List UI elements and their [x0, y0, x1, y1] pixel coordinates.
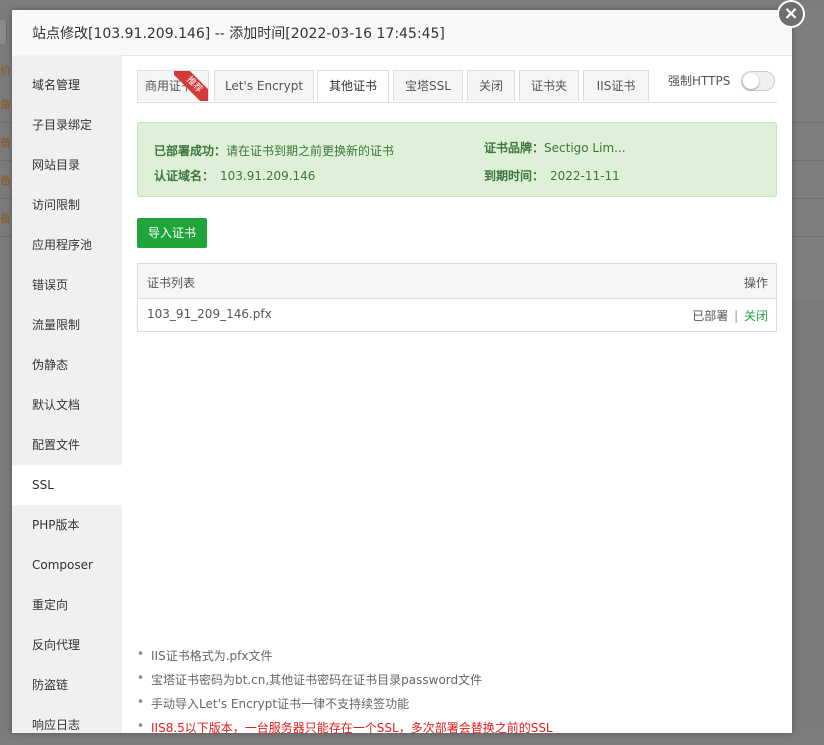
deploy-text: 请在证书到期之前更换新的证书 [226, 144, 395, 158]
sidebar-item-composer[interactable]: Composer [12, 545, 122, 585]
table-header: 证书列表 操作 [138, 264, 776, 299]
header-cert-list: 证书列表 [147, 276, 196, 290]
sidebar-item-app-pool[interactable]: 应用程序池 [12, 225, 122, 265]
action-separator: | [734, 309, 739, 323]
sidebar-item-domain[interactable]: 域名管理 [12, 65, 122, 105]
background-row [792, 198, 824, 237]
background-text: 备 [0, 212, 11, 225]
tab-iis-cert[interactable]: IIS证书 [583, 70, 649, 101]
tip-item: 手动导入Let's Encrypt证书一律不支持续签功能 [137, 695, 409, 712]
sidebar-item-hotlink[interactable]: 防盗链 [12, 665, 122, 705]
cert-close-link[interactable]: 关闭 [744, 309, 768, 323]
background-row [792, 84, 824, 123]
tip-item-warning: IIS8.5以下版本，一台服务器只能存在一个SSL，多次部署会替换之前的SSL [137, 719, 553, 736]
background-row [792, 122, 824, 161]
recommend-ribbon: 推荐 [174, 71, 208, 101]
expire-label: 到期时间： [484, 169, 545, 183]
sidebar-item-access-limit[interactable]: 访问限制 [12, 185, 122, 225]
deploy-status: 已部署成功：请在证书到期之前更换新的证书 [154, 142, 394, 159]
tab-cert-folder[interactable]: 证书夹 [519, 70, 579, 101]
tab-bt-ssl[interactable]: 宝塔SSL [393, 70, 463, 101]
sidebar-item-default-doc[interactable]: 默认文档 [12, 385, 122, 425]
domain-value: 103.91.209.146 [220, 169, 316, 183]
background-text: 备 [0, 136, 11, 149]
brand-label: 证书品牌： [484, 141, 545, 155]
site-settings-modal: 站点修改[103.91.209.146] -- 添加时间[2022-03-16 … [12, 10, 792, 736]
sidebar-item-rewrite[interactable]: 伪静态 [12, 345, 122, 385]
cert-file-name: 103_91_209_146.pfx [147, 307, 272, 321]
background-text: 价 [0, 64, 11, 77]
deploy-label: 已部署成功： [154, 144, 227, 158]
sidebar-item-php-version[interactable]: PHP版本 [12, 505, 122, 545]
cert-brand: 证书品牌：Sectigo Lim... [484, 139, 626, 156]
ssl-content: 商用证书 推荐 Let's Encrypt 其他证书 宝塔SSL 关闭 证书夹 … [137, 55, 777, 736]
sidebar-item-error-page[interactable]: 错误页 [12, 265, 122, 305]
tab-other-cert[interactable]: 其他证书 [317, 70, 389, 102]
deployed-status: 已部署 [692, 309, 729, 323]
settings-sidebar: 域名管理 子目录绑定 网站目录 访问限制 应用程序池 错误页 流量限制 伪静态 … [12, 55, 122, 733]
tab-commercial-cert[interactable]: 商用证书 推荐 [137, 70, 209, 101]
modal-title: 站点修改[103.91.209.146] -- 添加时间[2022-03-16 … [32, 26, 445, 42]
cert-table: 证书列表 操作 103_91_209_146.pfx 已部署 | 关闭 [137, 263, 777, 332]
domain-label: 认证域名： [154, 169, 215, 183]
sidebar-item-traffic-limit[interactable]: 流量限制 [12, 305, 122, 345]
background-top [0, 0, 824, 10]
close-icon[interactable]: × [777, 0, 805, 28]
background-right [792, 10, 824, 733]
background-text: 备 [0, 174, 11, 187]
background-text: 备 [0, 98, 11, 111]
import-cert-button[interactable]: 导入证书 [137, 218, 207, 248]
tab-close[interactable]: 关闭 [467, 70, 515, 101]
sidebar-item-site-directory[interactable]: 网站目录 [12, 145, 122, 185]
sidebar-item-ssl[interactable]: SSL [12, 465, 122, 505]
sidebar-item-redirect[interactable]: 重定向 [12, 585, 122, 625]
cert-actions: 已部署 | 关闭 [692, 307, 768, 324]
recommend-badge: 推荐 [174, 71, 208, 101]
sidebar-item-reverse-proxy[interactable]: 反向代理 [12, 625, 122, 665]
expire-value: 2022-11-11 [550, 169, 620, 183]
force-https-label: 强制HTTPS [668, 74, 731, 88]
cert-expire: 到期时间： 2022-11-11 [484, 167, 620, 184]
tip-item: 宝塔证书密码为bt.cn,其他证书密码在证书目录password文件 [137, 671, 482, 688]
header-action: 操作 [743, 276, 768, 290]
sidebar-item-config-file[interactable]: 配置文件 [12, 425, 122, 465]
background-input [0, 20, 7, 44]
tip-item: IIS证书格式为.pfx文件 [137, 647, 272, 664]
tab-lets-encrypt[interactable]: Let's Encrypt [214, 70, 314, 101]
brand-value: Sectigo Lim... [544, 141, 626, 155]
force-https-toggle[interactable] [741, 71, 775, 91]
sidebar-item-subdirectory[interactable]: 子目录绑定 [12, 105, 122, 145]
background-row [792, 160, 824, 199]
sidebar-item-response-log[interactable]: 响应日志 [12, 705, 122, 745]
modal-header: 站点修改[103.91.209.146] -- 添加时间[2022-03-16 … [12, 10, 792, 56]
cert-status-alert: 已部署成功：请在证书到期之前更换新的证书 认证域名： 103.91.209.146… [137, 122, 777, 197]
toggle-knob [743, 73, 759, 89]
table-row: 103_91_209_146.pfx 已部署 | 关闭 [138, 298, 776, 331]
background-left: 价 备 备 备 备 [0, 10, 12, 733]
cert-domain: 认证域名： 103.91.209.146 [154, 167, 315, 184]
